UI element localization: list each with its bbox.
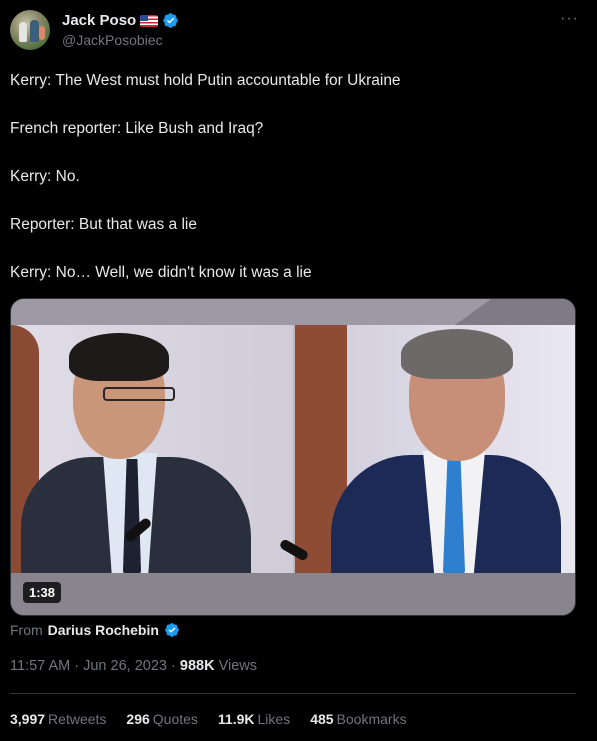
avatar[interactable] <box>10 10 50 50</box>
from-author-link[interactable]: Darius Rochebin <box>48 622 159 638</box>
tweet-date[interactable]: Jun 26, 2023 <box>83 658 167 674</box>
tweet-line: French reporter: Like Bush and Iraq? <box>10 120 264 137</box>
video-top-band <box>11 299 575 325</box>
retweets-count: 3,997 <box>10 711 46 727</box>
separator: · <box>171 658 176 674</box>
us-flag-icon <box>140 14 159 27</box>
tweet-timestamp-views: 11:57 AM · Jun 26, 2023 · 988K Views <box>10 658 257 674</box>
bookmarks-count: 485 <box>310 711 334 727</box>
divider <box>10 693 576 694</box>
quotes-label: Quotes <box>152 711 198 727</box>
bookmarks-label: Bookmarks <box>336 711 407 727</box>
author-name-row: Jack Poso <box>62 12 179 29</box>
likes-label: Likes <box>257 711 291 727</box>
retweets-label: Retweets <box>48 711 107 727</box>
tweet-header: Jack Poso @JackPosobiec ··· <box>10 10 587 54</box>
video-frame[interactable] <box>11 325 575 607</box>
views-label: Views <box>218 658 257 674</box>
separator: · <box>74 658 80 674</box>
engagement-stats: 3,997 Retweets 296 Quotes 11.9K Likes 485 Bo… <box>10 711 407 727</box>
bookmarks-stat[interactable]: 485 Bookmarks <box>310 711 406 727</box>
likes-count: 11.9K <box>217 711 255 727</box>
video-player[interactable]: 1:38 <box>10 298 576 616</box>
tweet-line: Kerry: No… Well, we didn't know it was a… <box>10 264 312 281</box>
verified-badge-icon <box>165 623 179 637</box>
video-source-attribution: From Darius Rochebin <box>10 622 180 638</box>
likes-stat[interactable]: 11.9K Likes <box>218 711 290 727</box>
tweet-text: Kerry: The West must hold Putin accounta… <box>10 71 580 311</box>
author-display-name[interactable]: Jack Poso <box>62 12 136 29</box>
from-prefix: From <box>10 622 43 638</box>
quotes-stat[interactable]: 296 Quotes <box>126 711 198 727</box>
author-handle[interactable]: @JackPosobiec <box>62 32 163 48</box>
views-count: 988K <box>179 658 215 674</box>
video-bottom-band <box>11 573 575 615</box>
tweet-line: Kerry: No. <box>10 168 80 185</box>
tweet-line: Kerry: The West must hold Putin accounta… <box>10 72 401 89</box>
verified-badge-icon <box>163 13 178 28</box>
quotes-count: 296 <box>126 711 150 727</box>
retweets-stat[interactable]: 3,997 Retweets <box>10 711 106 727</box>
more-options-icon[interactable]: ··· <box>560 10 579 28</box>
tweet-line: Reporter: But that was a lie <box>10 216 197 233</box>
video-duration-badge: 1:38 <box>23 582 62 603</box>
tweet-time[interactable]: 11:57 AM <box>10 658 70 674</box>
